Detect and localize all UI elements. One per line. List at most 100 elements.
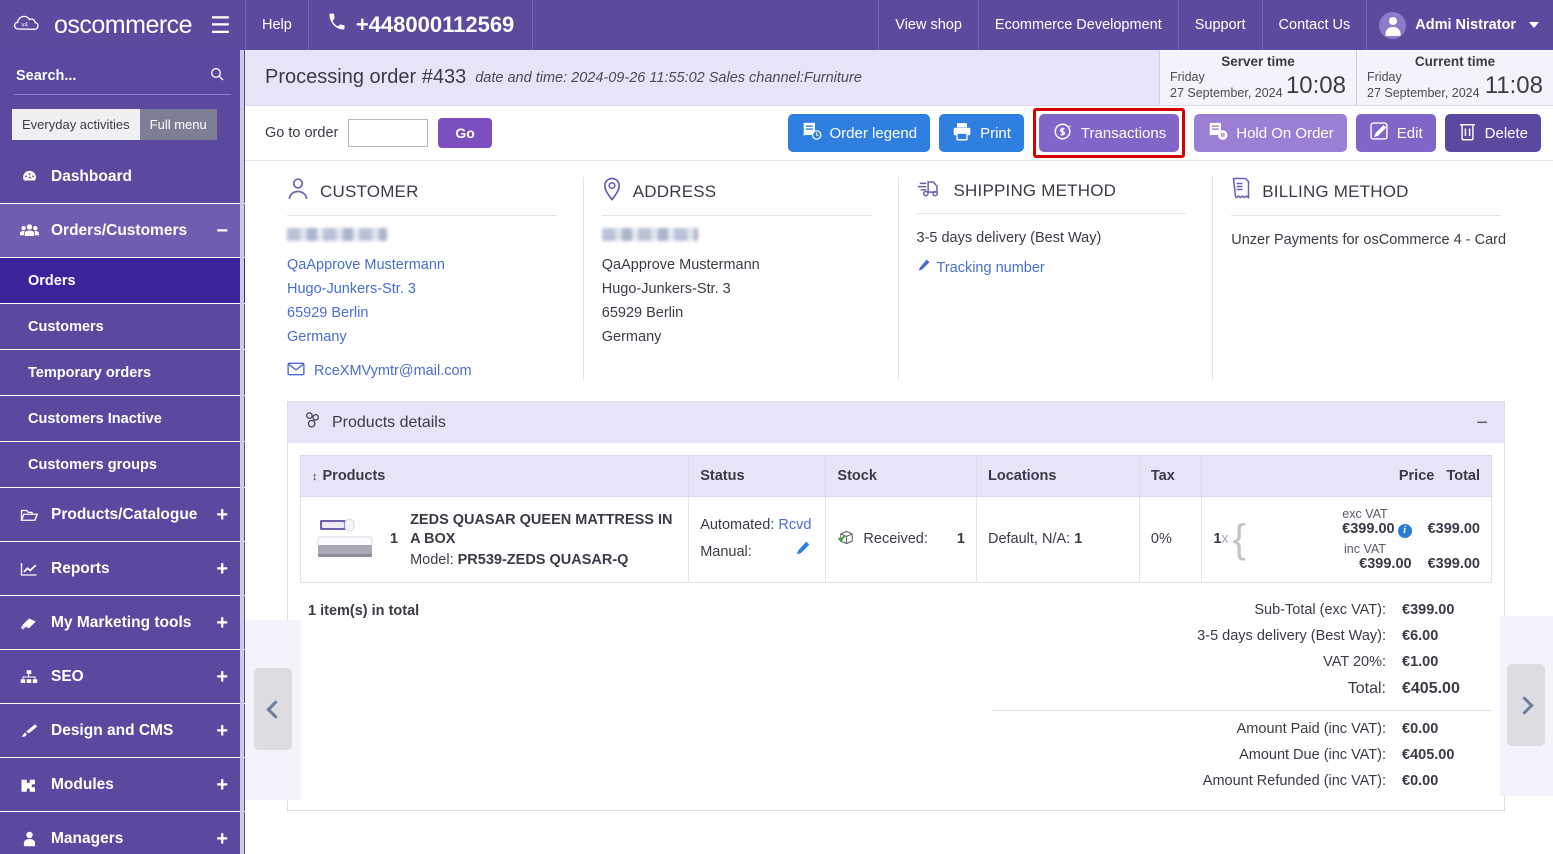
inc-vat-row: €399.00 €399.00 [1250,556,1480,572]
product-thumbnail[interactable] [312,514,378,565]
hamburger-icon[interactable]: ☰ [210,13,231,37]
sidebar-item-customers-inactive[interactable]: Customers Inactive [0,396,245,442]
contact-us-link[interactable]: Contact Us [1261,0,1367,50]
sidebar-item-managers[interactable]: Managers + [0,812,245,854]
inc-vat-total: €399.00 [1427,555,1480,572]
collapse-minus-icon[interactable]: − [216,221,228,241]
order-legend-button[interactable]: Order legend [787,114,931,152]
total-row: Amount Due (inc VAT): €405.00 [992,742,1492,768]
go-to-order-input[interactable] [348,119,429,147]
search-input[interactable] [14,64,231,95]
address-country: Germany [601,329,662,345]
sidebar-label-modules: Modules [51,775,114,793]
body: Everyday activities Full menu Dashboard … [0,50,1553,854]
edit-status-pencil-icon[interactable] [795,539,814,566]
info-panels: CUSTOMER QaApprove Mustermann Hugo-Junke… [245,161,1553,380]
help-link[interactable]: Help [245,0,308,50]
subtotal-value: €399.00 [1402,601,1455,618]
sitemap-icon [16,669,42,685]
products-card-title: Products details [332,413,446,431]
sidebar-item-temporary-orders[interactable]: Temporary orders [0,350,245,396]
sidebar-label-reports: Reports [51,559,110,577]
go-button[interactable]: Go [438,118,492,148]
chevron-right-icon [1514,695,1534,715]
inc-vat-label: inc VAT [1344,541,1386,556]
amount-due-label: Amount Due (inc VAT): [1239,746,1386,763]
hold-on-order-button[interactable]: Hold On Order [1194,114,1347,152]
products-card-footer: 1 item(s) in total Sub-Total (exc VAT): … [288,583,1504,810]
expand-plus-icon[interactable]: + [216,505,228,525]
expand-plus-icon[interactable]: + [216,721,228,741]
inc-vat-price: €399.00 [1359,555,1412,572]
product-cell: 1 ZEDS QUASAR QUEEN MATTRESS IN A BOX Mo… [299,496,690,583]
customer-city[interactable]: 65929 Berlin [287,301,565,325]
user-menu[interactable]: Admi Nistrator [1366,0,1553,50]
oscommerce-logo-icon: v4 [13,12,44,38]
sidebar-item-products-catalogue[interactable]: Products/Catalogue + [0,488,245,542]
tracking-number-link[interactable]: Tracking number [917,259,1195,276]
sidebar-search [0,50,245,95]
product-model-value: PR539-ZEDS QUASAR-Q [457,551,629,568]
status-automated: Automated: Rcvd [700,517,812,534]
collapse-toggle[interactable]: − [1476,413,1488,433]
sort-icon[interactable]: ↕ [312,471,318,483]
receipt-icon [1231,177,1251,206]
product-name[interactable]: ZEDS QUASAR QUEEN MATTRESS IN A BOX [410,512,672,547]
customer-name[interactable]: QaApprove Mustermann [287,253,565,277]
brand-area[interactable]: v4 oscommerce ☰ [0,0,245,50]
support-link[interactable]: Support [1177,0,1262,50]
shipping-panel: SHIPPING METHOD 3-5 days delivery (Best … [899,177,1214,380]
shipping-panel-title: SHIPPING METHOD [953,180,1117,200]
sidebar-item-design-cms[interactable]: Design and CMS + [0,704,245,758]
transactions-label: Transactions [1080,124,1167,142]
expand-plus-icon[interactable]: + [216,559,228,579]
edit-button[interactable]: Edit [1355,114,1436,152]
sidebar-item-seo[interactable]: SEO + [0,650,245,704]
delete-button[interactable]: Delete [1444,114,1541,152]
expand-plus-icon[interactable]: + [216,613,228,633]
locations-cell: Default, N/A: 1 [975,496,1140,583]
sidebar-item-dashboard[interactable]: Dashboard [0,150,245,204]
expand-plus-icon[interactable]: + [216,775,228,795]
address-panel: ADDRESS QaApprove Mustermann Hugo-Junker… [584,177,899,380]
sidebar-item-customers-groups[interactable]: Customers groups [0,442,245,488]
customer-country[interactable]: Germany [287,325,565,349]
action-toolbar: Go to order Go Order legend Print Transa… [245,106,1553,161]
customer-email-row[interactable]: RceXMVymtr@mail.com [287,362,565,380]
phone-number: +448000112569 [307,0,532,50]
total-row: Amount Refunded (inc VAT): €0.00 [992,768,1492,794]
expand-plus-icon[interactable]: + [216,667,228,687]
everyday-activities-tab[interactable]: Everyday activities [12,109,140,140]
locations-label: Default, N/A: [987,531,1071,548]
status-manual: Manual: [700,539,814,566]
next-order-arrow[interactable] [1507,664,1545,746]
transactions-button[interactable]: Transactions [1038,114,1180,152]
total-row: Total: €405.00 [992,675,1492,703]
total-row: VAT 20%: €1.00 [992,649,1492,675]
customer-street[interactable]: Hugo-Junkers-Str. 3 [287,277,565,301]
shipping-total-label: 3-5 days delivery (Best Way): [1197,627,1386,644]
grand-total-label: Total: [1347,679,1386,697]
address-street: Hugo-Junkers-Str. 3 [601,281,731,297]
avatar [1379,11,1407,39]
info-icon[interactable]: i [1397,523,1412,538]
sidebar-item-modules[interactable]: Modules + [0,758,245,812]
billing-panel-title: BILLING METHOD [1262,181,1409,201]
sidebar-item-orders-customers[interactable]: Orders/Customers − [0,204,245,258]
prev-order-arrow[interactable] [254,668,292,750]
ecommerce-development-link[interactable]: Ecommerce Development [977,0,1178,50]
view-shop-link[interactable]: View shop [878,0,978,50]
sidebar-item-customers[interactable]: Customers [0,304,245,350]
sidebar-item-marketing-tools[interactable]: My Marketing tools + [0,596,245,650]
address-company-redacted [601,228,698,241]
print-button[interactable]: Print [939,114,1024,152]
search-icon[interactable] [209,66,225,86]
total-row: Amount Paid (inc VAT): €0.00 [992,716,1492,742]
sidebar-item-orders[interactable]: Orders [0,258,245,304]
full-menu-tab[interactable]: Full menu [139,109,217,140]
toolbar-buttons: Order legend Print Transactions Hold On … [787,108,1541,158]
expand-plus-icon[interactable]: + [216,829,228,849]
col-products[interactable]: ↕ Products [299,455,690,497]
sidebar-item-reports[interactable]: Reports + [0,542,245,596]
sidebar-scrollbar[interactable] [240,50,244,854]
